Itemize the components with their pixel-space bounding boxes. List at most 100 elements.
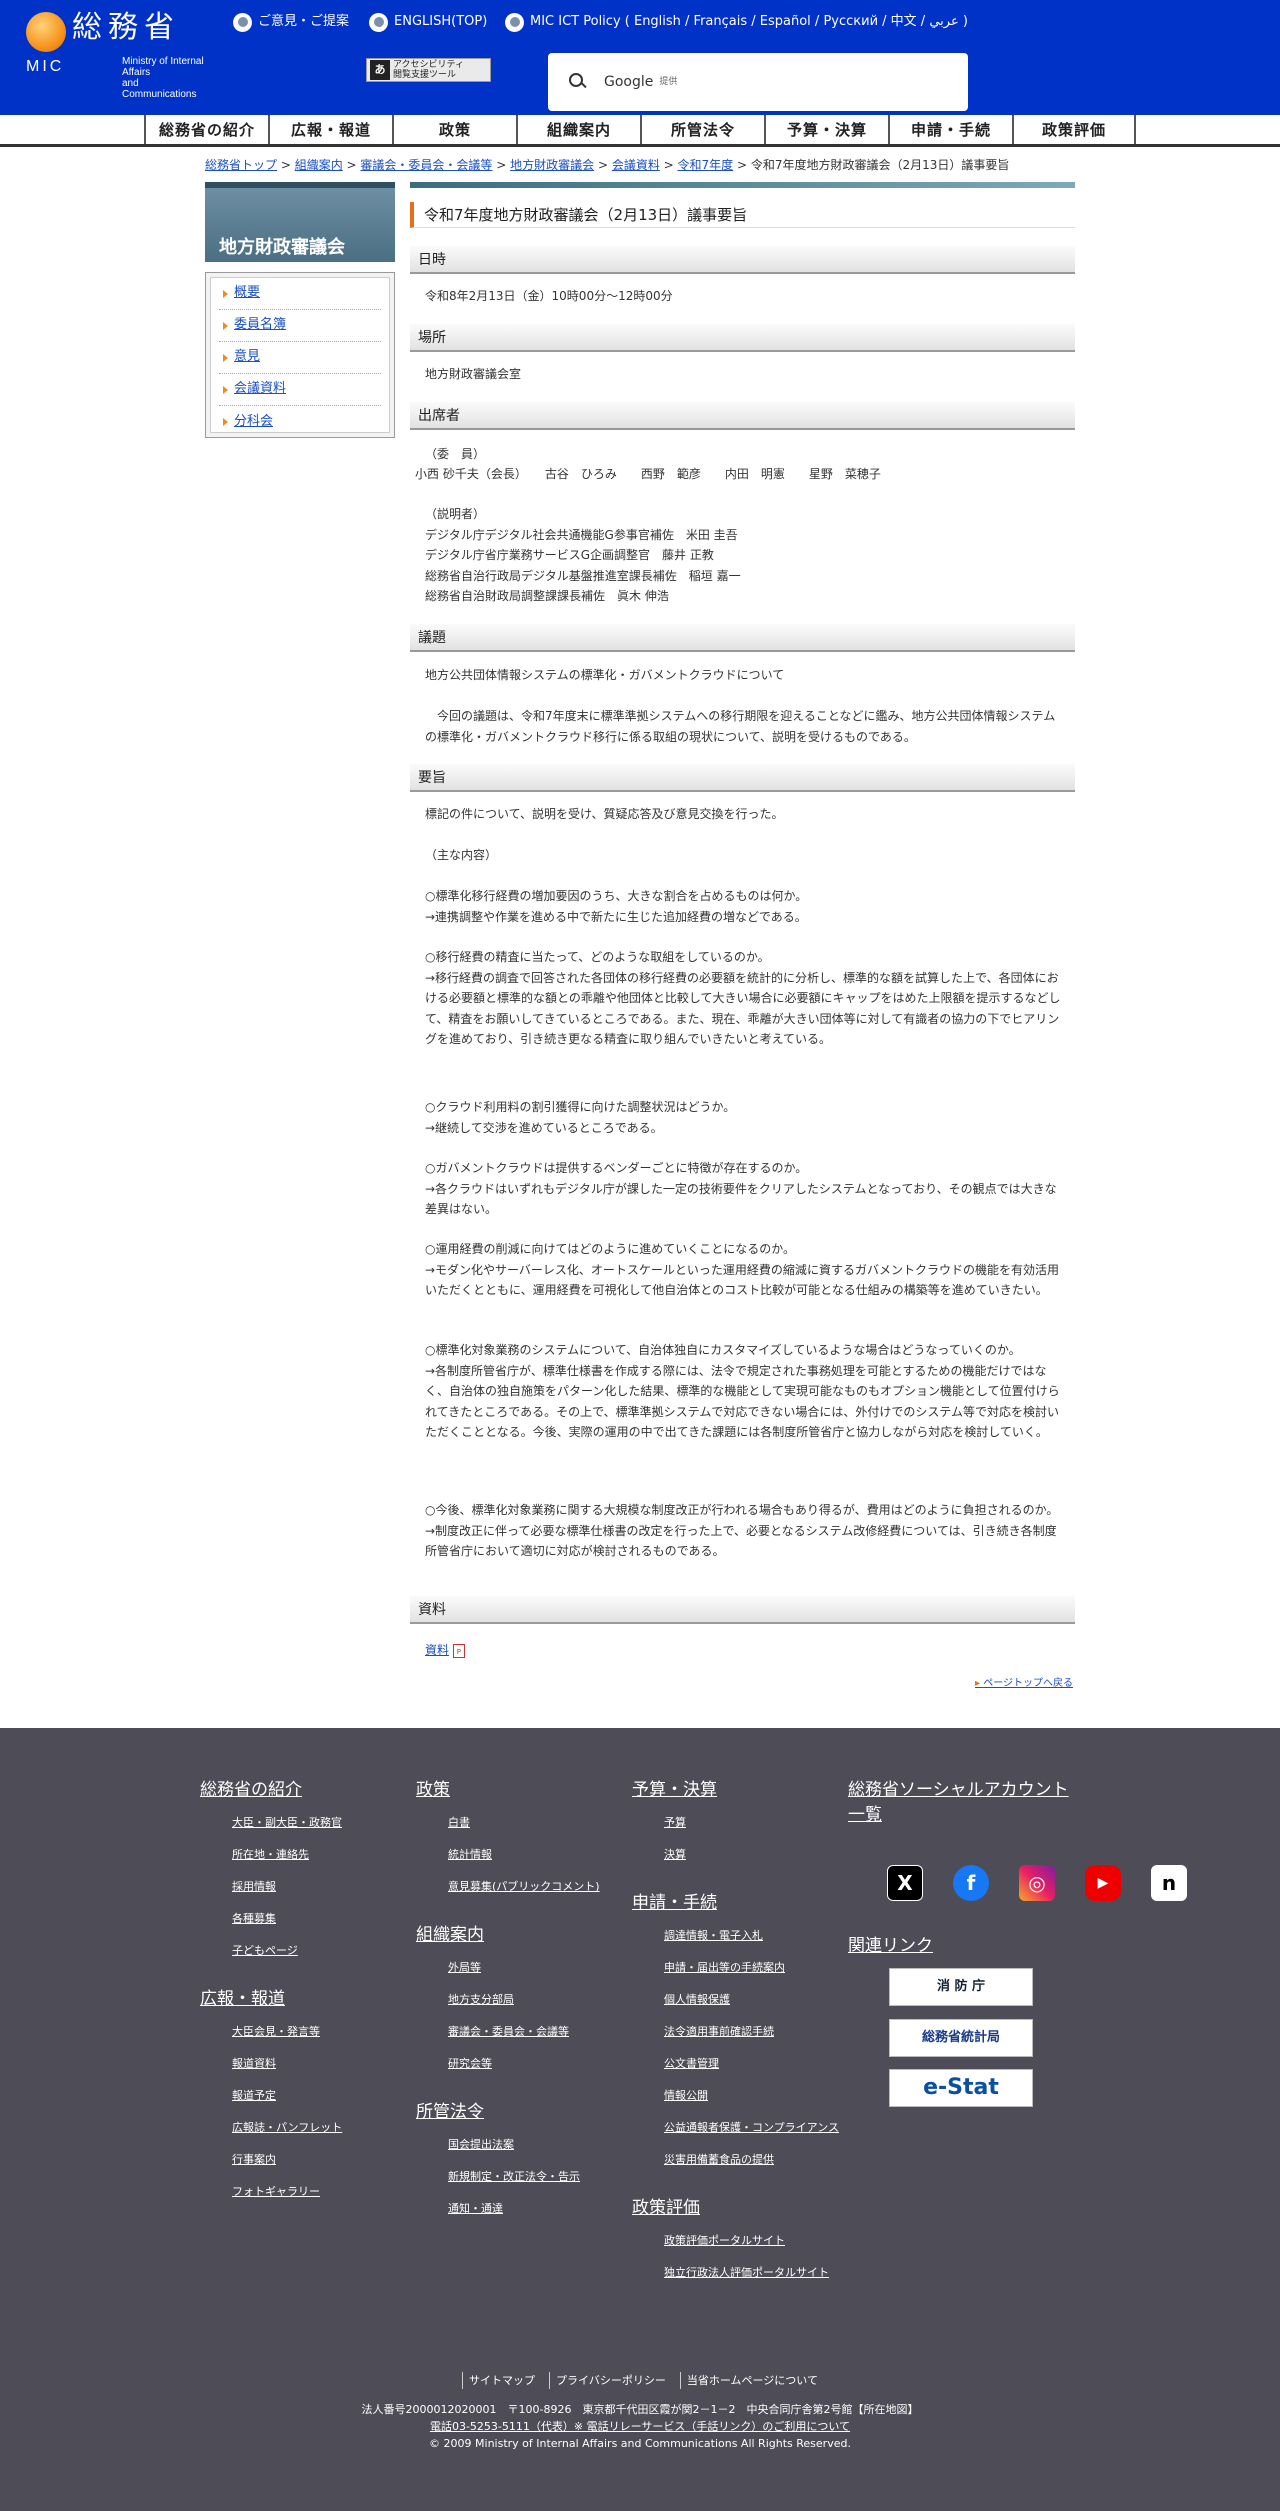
footer-link[interactable]: 外局等 [448,1952,600,1984]
footer-heading[interactable]: 総務省の紹介 [200,1778,342,1803]
page-top-link[interactable]: ページトップへ戻る [975,1676,1073,1692]
logo-text-en: Ministry of Internal Affairs and Communic… [122,56,204,100]
radio-opinion[interactable]: ご意見・ご提案 [233,12,349,33]
footer-link[interactable]: 所在地・連絡先 [232,1839,342,1871]
note-icon[interactable]: n [1151,1865,1187,1901]
footer-link[interactable]: 通知・通達 [448,2193,600,2225]
logo-text-mic: MIC [26,58,65,75]
side-item-materials[interactable]: 会議資料 [219,374,381,406]
banner-fdma[interactable]: 消 防 庁 [889,1968,1033,2006]
footer-link[interactable]: 政策評価ポータルサイト [664,2225,844,2257]
footer-link[interactable]: 大臣・副大臣・政務官 [232,1807,342,1839]
breadcrumb-link[interactable]: 総務省トップ [205,158,277,172]
footer-heading[interactable]: 政策評価 [632,2196,844,2221]
footer-link[interactable]: 採用情報 [232,1871,342,1903]
x-icon[interactable]: X [887,1865,923,1901]
footer-link[interactable]: 白書 [448,1807,600,1839]
section-heading-attendees: 出席者 [410,402,1075,430]
radio-icon [505,12,524,32]
footer-link[interactable]: 意見募集(パブリックコメント) [448,1871,600,1903]
footer-link[interactable]: 公益通報者保護・コンプライアンス [664,2112,844,2144]
footer-link[interactable]: 研究会等 [448,2048,600,2080]
site-logo[interactable]: 総務省 MIC Ministry of Internal Affairs and … [24,8,214,100]
footer-sitemap-link[interactable]: サイトマップ [462,2372,535,2389]
attendees-members-label: （委 員） [425,447,486,461]
side-item-overview[interactable]: 概要 [219,278,381,310]
gnav-evaluation[interactable]: 政策評価 [1012,115,1136,144]
footer-link[interactable]: 各種募集 [232,1903,342,1935]
footer-link[interactable]: 大臣会見・発言等 [232,2016,342,2048]
footer-heading[interactable]: 申請・手続 [632,1891,844,1916]
side-item-opinions[interactable]: 意見 [219,342,381,374]
footer-link[interactable]: 行事案内 [232,2144,342,2176]
footer-link[interactable]: 子どもページ [232,1935,342,1967]
footer-link[interactable]: 地方支分部局 [448,1984,600,2016]
footer-link[interactable]: 調達情報・電子入札 [664,1920,844,1952]
breadcrumb-link[interactable]: 地方財政審議会 [510,158,594,172]
footer-heading[interactable]: 所管法令 [416,2100,600,2125]
footer-bottom: サイトマップ プライバシーポリシー 当省ホームページについて 法人番号20000… [0,2372,1280,2452]
youtube-icon[interactable]: ▶ [1085,1865,1121,1901]
breadcrumb-link[interactable]: 審議会・委員会・会議等 [360,158,492,172]
search-input[interactable]: Google 提供 [548,53,968,111]
footer-heading[interactable]: 関連リンク [848,1934,933,1959]
section-heading-summary: 要旨 [410,764,1075,792]
footer-link[interactable]: 情報公開 [664,2080,844,2112]
banner-stat-bureau[interactable]: 総務省統計局 [889,2019,1033,2057]
breadcrumb-link[interactable]: 令和7年度 [678,158,734,172]
footer-about-site-link[interactable]: 当省ホームページについて [679,2372,818,2389]
materials-link[interactable]: 資料 P [425,1640,1065,1661]
gnav-press[interactable]: 広報・報道 [268,115,392,144]
footer-link[interactable]: 個人情報保護 [664,1984,844,2016]
breadcrumb-link[interactable]: 組織案内 [295,158,343,172]
footer-link[interactable]: 予算 [664,1807,844,1839]
footer-link[interactable]: 報道資料 [232,2048,342,2080]
accessibility-tool-button[interactable]: あ アクセシビリティ 閲覧支援ツール [366,58,491,82]
footer-link[interactable]: 公文書管理 [664,2048,844,2080]
pdf-icon: P [452,1643,465,1658]
footer-link[interactable]: 申請・届出等の手続案内 [664,1952,844,1984]
gnav-budget[interactable]: 予算・決算 [764,115,888,144]
section-heading-agenda: 議題 [410,624,1075,652]
footer-link[interactable]: 災害用備蓄食品の提供 [664,2144,844,2176]
facebook-icon[interactable]: f [953,1865,989,1901]
footer-link[interactable]: 審議会・委員会・会議等 [448,2016,600,2048]
footer-link[interactable]: 法令適用事前確認手続 [664,2016,844,2048]
summary-qa: ○標準化移行経費の増加要因のうち、大きな割合を占めるものは何か。 →連携調整や作… [425,889,808,924]
datetime-text: 令和8年2月13日（金）10時00分～12時00分 [425,289,673,303]
footer-link[interactable]: フォトギャラリー [232,2176,342,2208]
gnav-laws[interactable]: 所管法令 [640,115,764,144]
footer-link[interactable]: 国会提出法案 [448,2129,600,2161]
footer-link[interactable]: 決算 [664,1839,844,1871]
global-nav: 総務省の紹介 広報・報道 政策 組織案内 所管法令 予算・決算 申請・手続 政策… [0,115,1280,147]
summary-qa: ○運用経費の削減に向けてはどのように進めていくことになるのか。 →モダン化やサー… [425,1242,1059,1297]
banner-estat[interactable]: e-Stat [889,2069,1033,2107]
radio-english[interactable]: ENGLISH(TOP) [369,12,487,33]
footer-heading[interactable]: 予算・決算 [632,1778,844,1803]
side-menu: 概要 委員名簿 意見 会議資料 分科会 [205,272,395,438]
gnav-applications[interactable]: 申請・手続 [888,115,1012,144]
gnav-organization[interactable]: 組織案内 [516,115,640,144]
footer-tel[interactable]: 電話03-5253-5111（代表）※ 電話リレーサービス（手話リンク）のご利用… [0,2418,1280,2435]
attendees-explainers: （説明者） デジタル庁デジタル社会共通機能G参事官補佐 米田 圭吾 デジタル庁省… [425,507,741,603]
summary-qa: ○今後、標準化対象業務に関する大規模な制度改正が行われる場合もあり得るが、費用は… [425,1503,1059,1558]
instagram-icon[interactable]: ◎ [1019,1865,1055,1901]
radio-ict-policy[interactable]: MIC ICT Policy ( English / Français / Es… [505,12,968,33]
logo-mark-icon [26,12,66,52]
footer-link[interactable]: 報道予定 [232,2080,342,2112]
gnav-about[interactable]: 総務省の紹介 [144,115,268,144]
footer-link[interactable]: 新規制定・改正法令・告示 [448,2161,600,2193]
section-heading-place: 場所 [410,324,1075,352]
footer-heading[interactable]: 広報・報道 [200,1987,342,2012]
side-item-subcommittee[interactable]: 分科会 [219,406,381,438]
footer-privacy-link[interactable]: プライバシーポリシー [549,2372,666,2389]
footer-heading[interactable]: 総務省ソーシャルアカウント一覧 [848,1778,1078,1828]
footer-link[interactable]: 独立行政法人評価ポータルサイト [664,2257,844,2289]
footer-link[interactable]: 統計情報 [448,1839,600,1871]
footer-link[interactable]: 広報誌・パンフレット [232,2112,342,2144]
footer-heading[interactable]: 組織案内 [416,1923,600,1948]
gnav-policy[interactable]: 政策 [392,115,516,144]
footer-heading[interactable]: 政策 [416,1778,600,1803]
side-item-members[interactable]: 委員名簿 [219,310,381,342]
breadcrumb-link[interactable]: 会議資料 [612,158,660,172]
